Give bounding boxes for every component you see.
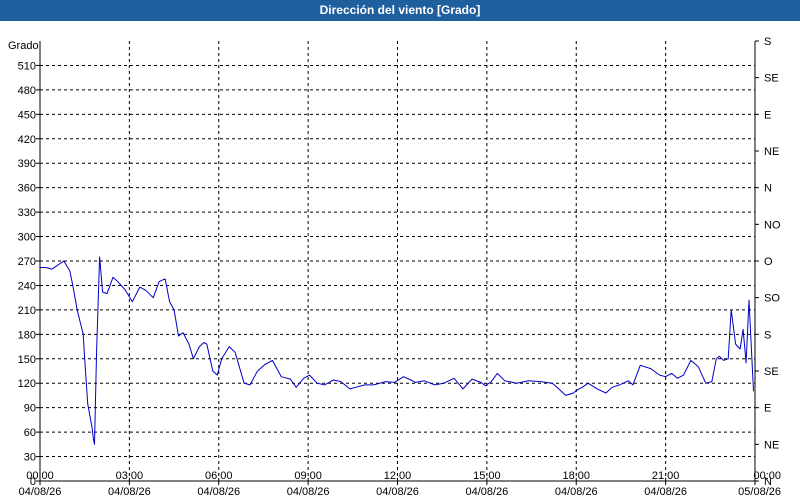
x-tick-time: 06:00 [205,470,233,482]
y-tick-label: 30 [24,452,36,464]
x-tick-date: 04/08/26 [287,486,330,498]
x-axis-labels: 00:00 04/08/26 03:00 04/08/26 06:00 04/08/26 0… [19,470,781,498]
y-tick-label: 300 [18,232,36,244]
right-axis-labels: NNEESESSOONONNEESES [764,36,781,488]
right-tick-label: SE [764,366,779,378]
x-tick-time: 00:00 [753,470,781,482]
y-tick-label: 480 [18,85,36,97]
y-tick-label: 270 [18,256,36,268]
right-tick-label: N [764,183,772,195]
y-tick-label: 510 [18,60,36,72]
right-tick-label: O [764,256,773,268]
right-tick-label: SE [764,73,779,85]
right-tick-label: E [764,403,771,415]
wind-direction-chart: 0306090120150180210240270300330360390420… [8,36,781,498]
right-tick-label: NO [764,219,781,231]
right-tick-label: NE [764,146,779,158]
y-axis-labels: 0306090120150180210240270300330360390420… [18,60,36,488]
right-tick-label: S [764,36,771,48]
chart-window: Dirección del viento [Grado] 0 30 60 90 120 1… [0,0,800,500]
x-tick-date: 04/08/26 [197,486,240,498]
x-tick-time: 00:00 [26,470,54,482]
x-tick-time: 18:00 [562,470,590,482]
y-tick-label: 240 [18,280,36,292]
y-tick-label: 90 [24,403,36,415]
right-tick-label: NE [764,439,779,451]
y-tick-label: 450 [18,109,36,121]
window-title: Dirección del viento [Grado] [0,0,800,21]
y-tick-label: 180 [18,329,36,341]
y-tick-label: 120 [18,378,36,390]
y-tick-label: 210 [18,305,36,317]
x-tick-date: 05/08/26 [738,486,781,498]
x-tick-date: 04/08/26 [555,486,598,498]
x-tick-date: 04/08/26 [19,486,62,498]
x-tick-time: 21:00 [652,470,680,482]
x-tick-time: 15:00 [473,470,501,482]
x-tick-time: 12:00 [384,470,412,482]
x-tick-time: 09:00 [294,470,322,482]
y-tick-label: 360 [18,183,36,195]
x-tick-date: 04/08/26 [376,486,419,498]
y-tick-label: 330 [18,207,36,219]
x-tick-date: 04/08/26 [644,486,687,498]
y-tick-label: 420 [18,134,36,146]
right-tick-label: S [764,329,771,341]
right-tick-label: E [764,109,771,121]
right-tick-label: SO [764,293,780,305]
x-tick-date: 04/08/26 [108,486,151,498]
y-tick-label: 60 [24,427,36,439]
x-tick-time: 03:00 [116,470,144,482]
y-tick-label: 390 [18,158,36,170]
y-tick-label: 150 [18,354,36,366]
y-axis-title: Grado [8,40,39,52]
x-tick-date: 04/08/26 [465,486,508,498]
